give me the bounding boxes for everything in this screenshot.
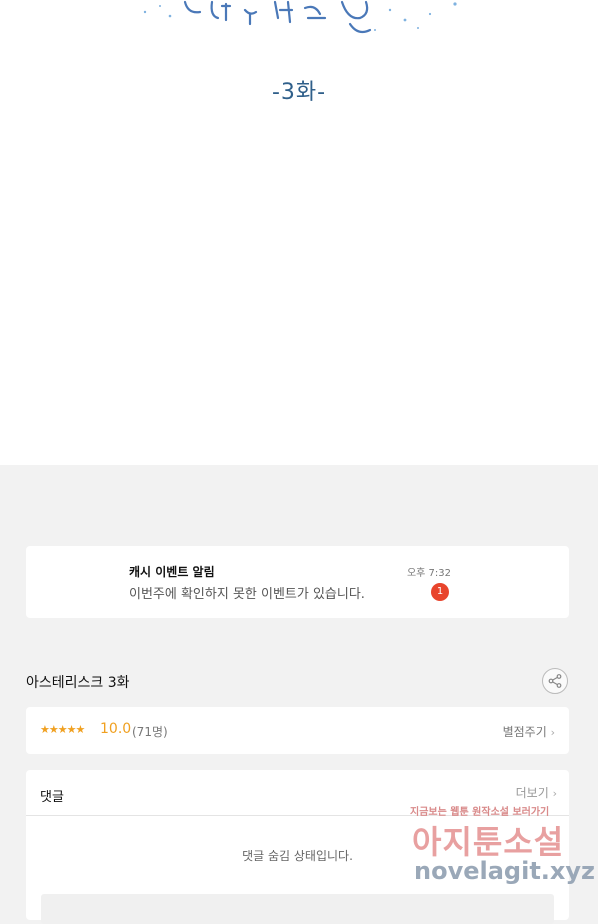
share-button[interactable] [542,668,568,694]
comment-input[interactable] [41,894,554,924]
rating-count: (71명) [132,725,168,739]
rating-card: ★★★★★ 10.0 (71명) 별점주기 › [26,707,569,754]
notification-card[interactable]: 캐시 이벤트 알림 이번주에 확인하지 못한 이벤트가 있습니다. 오후 7:3… [26,546,569,618]
chevron-right-icon: › [552,787,557,800]
more-label: 더보기 [515,786,549,800]
watermark-tagline: 지금보는 웹툰 원작소설 보러가기 [410,807,550,818]
watermark: 지금보는 웹툰 원작소설 보러가기 아지툰소설 novelagit.xyz [410,803,595,889]
watermark-url: novelagit.xyz [414,857,596,885]
share-icon [548,674,562,688]
comments-heading: 댓글 [40,790,64,805]
notification-message: 이번주에 확인하지 못한 이벤트가 있습니다. [129,587,365,602]
notification-time: 오후 7:32 [406,568,451,579]
title-artwork [143,0,457,34]
notification-badge: 1 [431,583,449,601]
viewer-area: -3화- [0,0,598,465]
rating-score: 10.0 [100,721,132,737]
notification-title: 캐시 이벤트 알림 [129,565,215,579]
comments-more-button[interactable]: 더보기 › [516,784,557,801]
episode-title: -3화- [271,80,327,105]
chevron-right-icon: › [550,726,555,739]
rate-label: 별점주기 [502,725,547,739]
series-episode-title: 아스테리스크 3화 [26,675,130,691]
rating-stars: ★★★★★ [40,723,85,736]
rate-button[interactable]: 별점주기 › [503,723,555,740]
